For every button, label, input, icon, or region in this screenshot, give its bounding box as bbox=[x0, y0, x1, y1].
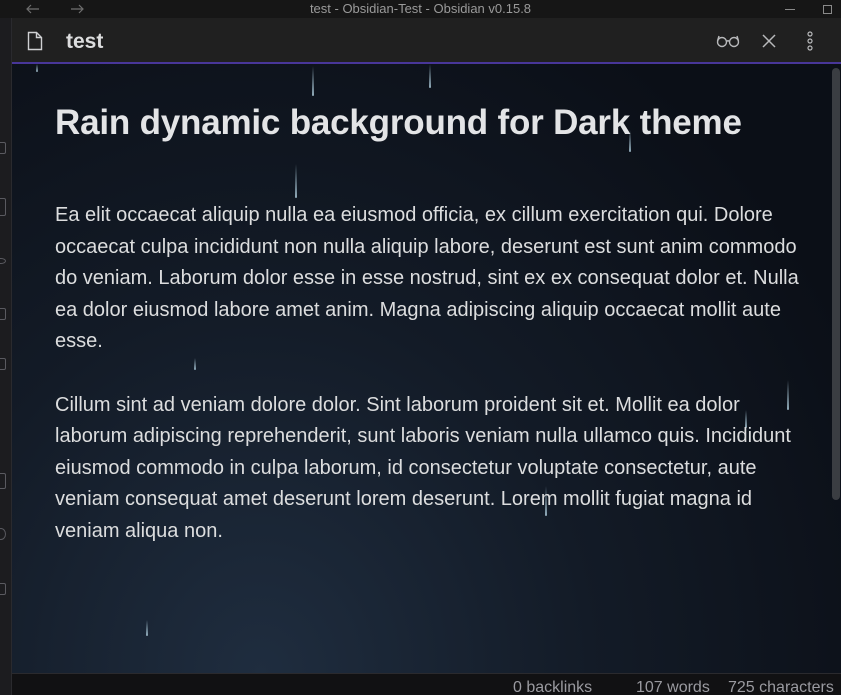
ribbon-icon[interactable] bbox=[0, 142, 6, 154]
ribbon-icon[interactable] bbox=[0, 583, 6, 595]
reading-view-button[interactable] bbox=[716, 30, 740, 52]
backlinks-count[interactable]: 0 backlinks bbox=[513, 679, 592, 695]
status-bar: 0 backlinks 107 words 725 characters bbox=[12, 673, 841, 695]
ribbon-icon[interactable] bbox=[0, 358, 6, 370]
character-count: 725 characters bbox=[728, 679, 834, 695]
note-paragraph: Ea elit occaecat aliquip nulla ea eiusmo… bbox=[55, 204, 799, 352]
raindrop bbox=[36, 64, 38, 72]
editor-pane: test Rain dynamic background for Dark th… bbox=[12, 18, 841, 673]
reading-glasses-icon bbox=[716, 35, 740, 48]
ribbon-icon[interactable] bbox=[0, 473, 6, 489]
minimize-button[interactable] bbox=[779, 0, 801, 18]
more-vertical-icon bbox=[807, 31, 813, 51]
window-title: test - Obsidian-Test - Obsidian v0.15.8 bbox=[309, 1, 532, 16]
raindrop bbox=[429, 64, 431, 88]
raindrop bbox=[146, 620, 148, 636]
ribbon-icon[interactable] bbox=[0, 198, 6, 216]
word-count: 107 words bbox=[636, 679, 710, 695]
maximize-icon bbox=[822, 4, 832, 14]
view-title[interactable]: test bbox=[66, 30, 103, 54]
minimize-icon bbox=[785, 8, 795, 10]
left-ribbon bbox=[0, 18, 12, 695]
note-content[interactable]: Rain dynamic background for Dark theme E… bbox=[55, 102, 815, 547]
more-options-button[interactable] bbox=[798, 30, 822, 52]
note-paragraph: Cillum sint ad veniam dolore dolor. Sint… bbox=[55, 393, 791, 542]
ribbon-icon[interactable] bbox=[0, 308, 6, 320]
maximize-button[interactable] bbox=[816, 0, 838, 18]
scrollbar-thumb[interactable] bbox=[832, 68, 840, 500]
close-icon bbox=[762, 34, 776, 48]
ribbon-icon[interactable] bbox=[0, 258, 6, 264]
close-button[interactable] bbox=[757, 30, 781, 52]
raindrop bbox=[312, 66, 314, 96]
document-icon bbox=[27, 31, 43, 51]
view-header: test bbox=[12, 18, 841, 64]
note-heading: Rain dynamic background for Dark theme bbox=[55, 103, 742, 142]
window-titlebar: test - Obsidian-Test - Obsidian v0.15.8 bbox=[0, 0, 841, 18]
ribbon-icon[interactable] bbox=[0, 528, 6, 540]
